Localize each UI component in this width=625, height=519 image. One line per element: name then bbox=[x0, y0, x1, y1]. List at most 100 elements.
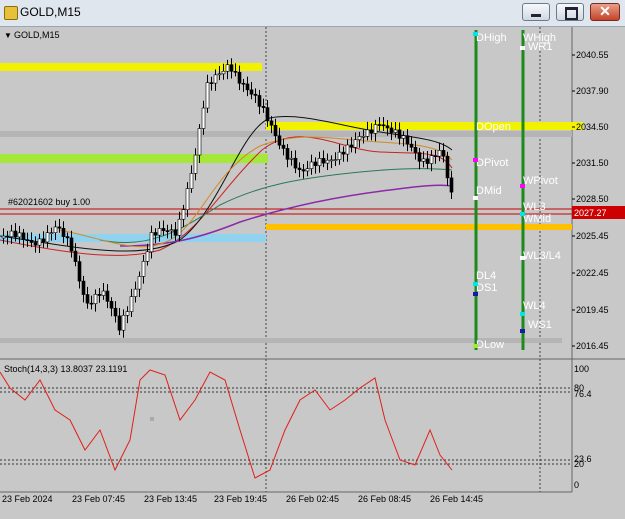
candle-body bbox=[421, 158, 426, 162]
level-label-dopen: DOpen bbox=[476, 121, 511, 133]
chart-symbol-marker: ▼ bbox=[4, 31, 12, 40]
candle-body bbox=[133, 288, 138, 297]
candle-body bbox=[237, 71, 242, 84]
maximize-button[interactable] bbox=[556, 3, 584, 21]
candle-body bbox=[249, 89, 254, 95]
level-label-dlow: DLow bbox=[476, 339, 504, 351]
candle-body bbox=[225, 64, 230, 72]
yellow-level-band bbox=[0, 63, 262, 71]
app-icon bbox=[4, 6, 18, 20]
chart-canvas[interactable]: #62021602 buy 1.00 ▼ GOLD,M15 DHigh WHig… bbox=[0, 27, 625, 514]
candle-body bbox=[213, 74, 218, 84]
candle-body bbox=[41, 238, 46, 243]
level-label-ds1: DS1 bbox=[476, 282, 497, 294]
stoch-tick: 0 bbox=[574, 480, 579, 490]
candle-body bbox=[17, 232, 22, 238]
level-marker bbox=[473, 158, 478, 162]
candle-body bbox=[425, 158, 430, 164]
candle-body bbox=[253, 93, 258, 96]
candle-body bbox=[53, 226, 58, 233]
time-axis[interactable]: 23 Feb 2024 23 Feb 07:45 23 Feb 13:45 23… bbox=[2, 494, 483, 504]
price-tick: 2019.45 bbox=[576, 305, 609, 315]
candle-body bbox=[277, 135, 282, 146]
candle-body bbox=[49, 232, 54, 234]
candle-body bbox=[65, 236, 70, 239]
candle-body bbox=[45, 232, 50, 243]
candle-body bbox=[357, 136, 362, 141]
candle-body bbox=[429, 155, 434, 164]
time-tick: 23 Feb 2024 bbox=[2, 494, 53, 504]
candle-body bbox=[389, 127, 394, 133]
candle-body bbox=[25, 239, 30, 241]
candle-body bbox=[333, 159, 338, 161]
candle-body bbox=[321, 158, 326, 164]
candle-body bbox=[337, 151, 342, 160]
candle-body bbox=[149, 232, 154, 253]
price-tick: 2028.50 bbox=[576, 194, 609, 204]
candle-body bbox=[309, 161, 314, 169]
candle-body bbox=[241, 82, 246, 85]
candle-body bbox=[161, 228, 166, 231]
candle-body bbox=[341, 151, 346, 155]
candle-body bbox=[353, 139, 358, 148]
candle-body bbox=[221, 70, 226, 75]
level-label-wr1: WR1 bbox=[528, 41, 552, 53]
candle-body bbox=[129, 296, 134, 312]
candle-body bbox=[273, 124, 278, 137]
candle-body bbox=[85, 294, 90, 304]
candle-body bbox=[61, 227, 66, 237]
candle-body bbox=[193, 154, 198, 174]
candle-body bbox=[381, 124, 386, 127]
candle-body bbox=[93, 294, 98, 304]
minimize-button[interactable] bbox=[522, 3, 550, 21]
chart-window[interactable]: #62021602 buy 1.00 ▼ GOLD,M15 DHigh WHig… bbox=[0, 27, 625, 514]
stoch-tick: 100 bbox=[574, 364, 589, 374]
window-title: GOLD,M15 bbox=[20, 5, 81, 19]
candle-body bbox=[325, 159, 330, 164]
candle-body bbox=[261, 106, 266, 108]
level-marker bbox=[520, 312, 525, 316]
candle-body bbox=[369, 129, 374, 134]
candle-body bbox=[405, 135, 410, 145]
candle-body bbox=[169, 229, 174, 232]
candle-body bbox=[97, 294, 102, 296]
candle-body bbox=[33, 242, 38, 246]
candle-body bbox=[109, 301, 114, 309]
candle-body bbox=[409, 143, 414, 148]
candle-body bbox=[269, 120, 274, 126]
close-button[interactable]: ✕ bbox=[590, 3, 620, 21]
candle-body bbox=[5, 235, 10, 238]
level-label-wpivot: WPivot bbox=[523, 175, 558, 187]
candle-body bbox=[153, 232, 158, 236]
level-marker bbox=[473, 292, 478, 296]
candle-body bbox=[441, 150, 446, 157]
candle-body bbox=[137, 276, 142, 290]
level-marker bbox=[473, 32, 478, 36]
level-label-dpivot: DPivot bbox=[476, 157, 508, 169]
candle-body bbox=[393, 129, 398, 133]
stoch-levels bbox=[0, 387, 572, 465]
candle-body bbox=[281, 144, 286, 149]
price-tick: 2025.45 bbox=[576, 231, 609, 241]
candle-body bbox=[445, 155, 450, 179]
candle-body bbox=[449, 177, 454, 193]
candle-body bbox=[73, 250, 78, 262]
candle-body bbox=[245, 83, 250, 91]
candle-body bbox=[313, 161, 318, 166]
candle-body bbox=[113, 307, 118, 317]
candle-body bbox=[293, 157, 298, 169]
level-marker bbox=[520, 256, 525, 260]
level-label-wmid: WMid bbox=[523, 213, 551, 225]
candle-body bbox=[57, 226, 62, 229]
level-label-dl4: DL4 bbox=[476, 270, 496, 282]
level-label-wl4: WL4 bbox=[523, 300, 546, 312]
candle-body bbox=[257, 95, 262, 107]
price-axis[interactable]: 2040.55 2037.90 2034.50 2031.50 2028.50 … bbox=[576, 50, 609, 351]
candle-body bbox=[9, 230, 14, 237]
yellow-level-band bbox=[266, 122, 583, 130]
candle-body bbox=[13, 230, 18, 238]
time-tick: 23 Feb 13:45 bbox=[144, 494, 197, 504]
candle-body bbox=[397, 129, 402, 139]
time-tick: 23 Feb 19:45 bbox=[214, 494, 267, 504]
candle-body bbox=[173, 229, 178, 236]
